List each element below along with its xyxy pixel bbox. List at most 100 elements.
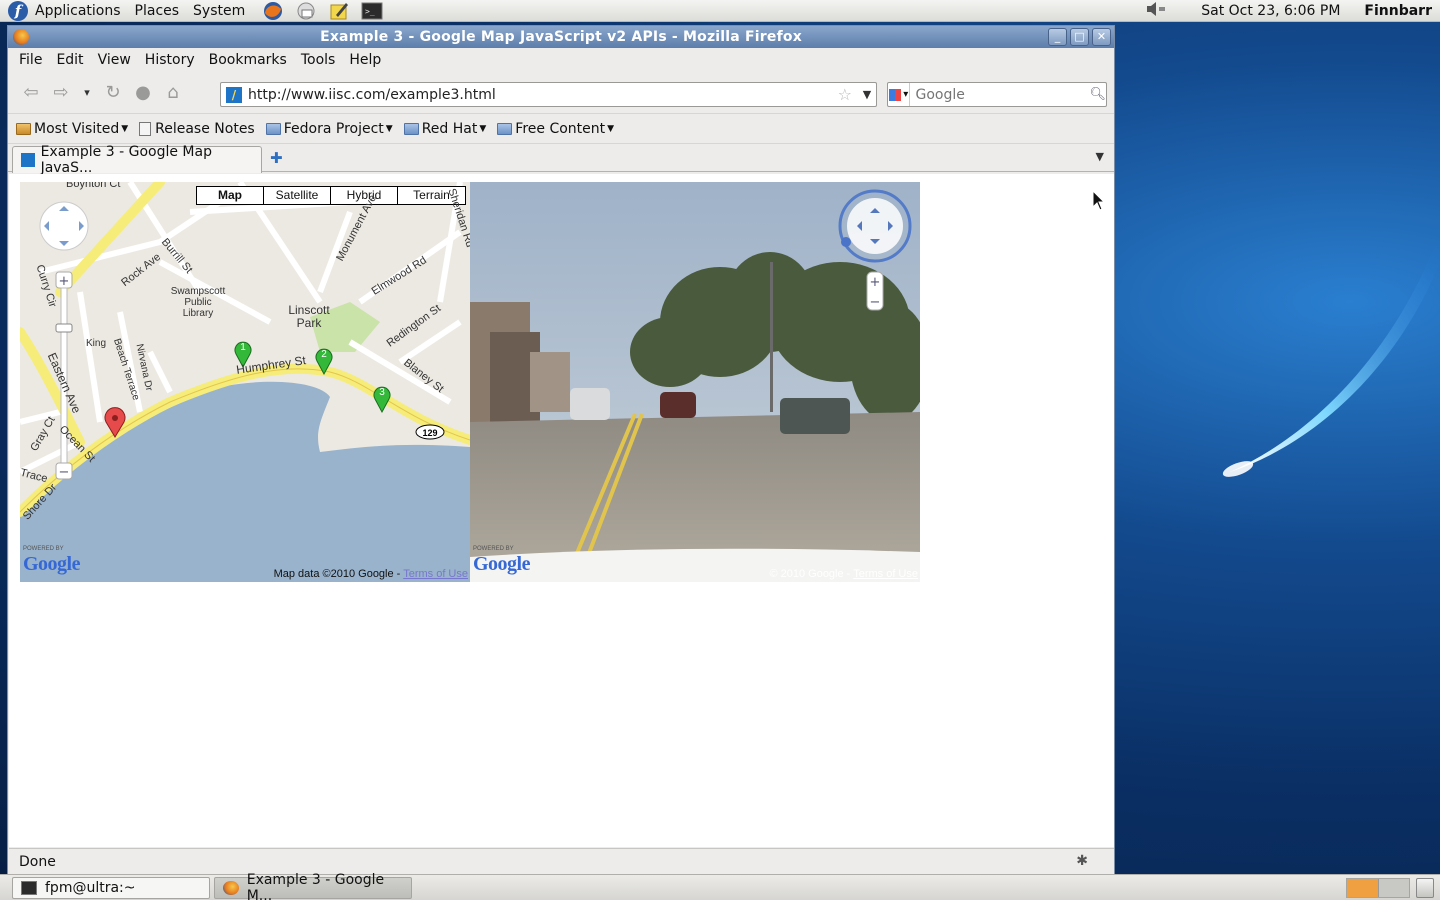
tab-strip: Example 3 - Google Map JavaS... ✚ ▼ [8, 144, 1114, 176]
terminal-launcher-icon[interactable]: >_ [360, 1, 384, 21]
chevron-down-icon: ▼ [385, 123, 393, 134]
library-label: Swampscott Public Library [170, 286, 226, 319]
bookmark-free-content[interactable]: Free Content ▼ [497, 121, 614, 137]
panel-right-area: Sat Oct 23, 6:06 PM Finnbarr [1145, 0, 1440, 22]
folder-icon [265, 122, 281, 135]
bookmark-most-visited[interactable]: Most Visited ▼ [16, 121, 128, 137]
applications-menu[interactable]: Applications [28, 0, 128, 22]
system-menu[interactable]: System [186, 0, 252, 22]
window-title: Example 3 - Google Map JavaScript v2 API… [320, 29, 802, 45]
url-text[interactable]: http://www.iisc.com/example3.html [248, 87, 838, 103]
top-panel: f Applications Places System >_ Sat Oct … [0, 0, 1440, 22]
url-bar[interactable]: / http://www.iisc.com/example3.html ☆ ▼ [220, 82, 877, 107]
map-type-satellite-button[interactable]: Satellite [264, 187, 331, 204]
maximize-button[interactable]: □ [1070, 28, 1089, 46]
street-view-attribution: © 2010 Google - Terms of Use [769, 568, 918, 580]
fedora-logo-icon[interactable]: f [8, 0, 28, 21]
google-map[interactable]: 129 1 2 3 + − Map Satellite Hybrid Terra… [20, 182, 470, 582]
taskbar-item-terminal[interactable]: fpm@ultra:~ [12, 877, 210, 899]
bookmark-label: Release Notes [155, 120, 255, 137]
map-attribution: Map data ©2010 Google - Terms of Use [274, 568, 468, 580]
menubar: File Edit View History Bookmarks Tools H… [8, 48, 1114, 72]
bookmark-fedora-project[interactable]: Fedora Project ▼ [265, 121, 393, 137]
taskbar-item-label: Example 3 - Google M... [246, 872, 385, 900]
workspace-1[interactable] [1347, 879, 1379, 897]
volume-icon[interactable] [1145, 1, 1167, 21]
map-terms-link[interactable]: Terms of Use [403, 568, 468, 580]
url-dropdown-icon[interactable]: ▼ [858, 88, 876, 101]
menu-view[interactable]: View [91, 52, 138, 68]
menu-tools[interactable]: Tools [294, 52, 343, 68]
stop-icon[interactable]: ● [128, 78, 158, 108]
bookmark-red-hat[interactable]: Red Hat ▼ [403, 121, 487, 137]
menu-history[interactable]: History [138, 52, 202, 68]
mail-launcher-icon[interactable] [294, 1, 318, 21]
history-dropdown-icon[interactable]: ▾ [76, 78, 98, 108]
menu-bookmarks[interactable]: Bookmarks [202, 52, 294, 68]
reload-icon[interactable]: ↻ [98, 78, 128, 108]
forward-arrow-icon[interactable]: ⇨ [46, 78, 76, 108]
google-logo[interactable]: Google [23, 553, 81, 576]
map-type-map-button[interactable]: Map [197, 187, 264, 204]
street-view-zoom-control[interactable]: + − [866, 271, 884, 311]
street-view-canvas: + − [470, 182, 920, 582]
bookmark-label: Most Visited [34, 120, 120, 137]
folder-icon [403, 122, 419, 135]
window-titlebar[interactable]: Example 3 - Google Map JavaScript v2 API… [8, 26, 1114, 48]
firefox-launcher-icon[interactable] [261, 1, 285, 21]
notes-launcher-icon[interactable] [327, 1, 351, 21]
status-text: Done [19, 853, 56, 870]
site-favicon-icon: / [226, 86, 242, 103]
menu-help[interactable]: Help [342, 52, 388, 68]
home-icon[interactable]: ⌂ [158, 78, 188, 108]
bookmark-star-icon[interactable]: ☆ [838, 85, 852, 104]
bottom-panel: fpm@ultra:~ Example 3 - Google M... [0, 872, 1440, 900]
workspace-switcher[interactable] [1346, 878, 1410, 898]
map-pan-control[interactable] [39, 201, 89, 251]
search-engine-selector[interactable]: ▾ [888, 83, 911, 106]
status-bar: Done ✱ [9, 848, 1114, 874]
tab-list-chevron-icon[interactable]: ▼ [1096, 150, 1104, 163]
chevron-down-icon: ▼ [479, 123, 487, 134]
svg-text:>_: >_ [365, 7, 375, 16]
tab-favicon-icon [21, 153, 35, 167]
user-name[interactable]: Finnbarr [1364, 3, 1432, 19]
google-logo[interactable]: Google [473, 553, 531, 576]
tab-title: Example 3 - Google Map JavaS... [40, 144, 212, 176]
tab-example-3[interactable]: Example 3 - Google Map JavaS... [12, 144, 262, 176]
street-view-terms-link[interactable]: Terms of Use [853, 568, 918, 580]
bookmark-label: Free Content [515, 120, 606, 137]
firefox-icon [223, 881, 239, 895]
clock[interactable]: Sat Oct 23, 6:06 PM [1201, 3, 1340, 19]
menu-file[interactable]: File [12, 52, 49, 68]
new-tab-plus-icon[interactable]: ✚ [270, 149, 283, 167]
search-input[interactable] [910, 86, 1090, 103]
add-on-bug-icon[interactable]: ✱ [1076, 853, 1088, 869]
powered-by-label: POWERED BY [473, 546, 514, 552]
street-view-panorama[interactable]: + − POWERED BY Google © 2010 Google - Te… [470, 182, 920, 582]
menu-edit[interactable]: Edit [49, 52, 90, 68]
bookmark-release-notes[interactable]: Release Notes [139, 121, 255, 137]
back-arrow-icon[interactable]: ⇦ [16, 78, 46, 108]
map-type-control: Map Satellite Hybrid Terrain [196, 186, 466, 205]
chevron-down-icon: ▾ [903, 89, 909, 100]
chevron-down-icon: ▼ [121, 123, 129, 134]
minimize-button[interactable]: _ [1048, 28, 1067, 46]
places-menu[interactable]: Places [128, 0, 187, 22]
svg-text:+: + [59, 274, 70, 289]
mouse-cursor-icon [1092, 190, 1106, 211]
taskbar-item-firefox[interactable]: Example 3 - Google M... [214, 872, 412, 900]
workspace-2[interactable] [1378, 879, 1409, 897]
svg-text:+: + [870, 275, 881, 290]
map-street-label: King [86, 338, 107, 349]
street-view-navigation-control[interactable] [838, 189, 912, 263]
marker-label: 2 [321, 349, 327, 360]
search-magnifier-icon[interactable]: 🔍︎ [1089, 87, 1106, 102]
bookmarks-toolbar: Most Visited ▼ Release Notes Fedora Proj… [8, 114, 1114, 144]
close-button[interactable]: ✕ [1092, 28, 1111, 46]
map-street-label: Boynton Ct [66, 182, 121, 190]
folder-icon [16, 122, 31, 135]
google-engine-icon [889, 88, 902, 101]
trash-icon[interactable] [1416, 878, 1434, 898]
svg-text:−: − [870, 295, 881, 310]
